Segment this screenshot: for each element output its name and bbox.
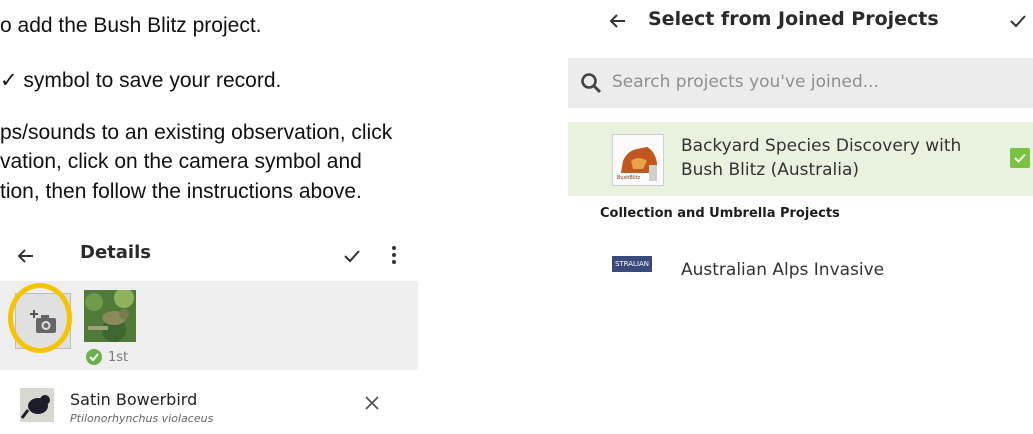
close-icon[interactable] bbox=[365, 396, 379, 410]
arrow-left-icon[interactable] bbox=[16, 246, 36, 266]
instruction-line-4: vation, click on the camera symbol and bbox=[0, 150, 362, 173]
search-input[interactable]: Search projects you've joined... bbox=[612, 72, 879, 92]
project-row-selected[interactable]: BushBlitz Backyard Species Discovery wit… bbox=[568, 122, 1033, 196]
project-picker-screen: Select from Joined Projects Search proje… bbox=[568, 0, 1033, 286]
search-bar[interactable]: Search projects you've joined... bbox=[568, 58, 1033, 108]
add-photo-camera-icon bbox=[30, 310, 56, 333]
project-checkbox[interactable] bbox=[1010, 148, 1030, 168]
instruction-line-5: tion, then follow the instructions above… bbox=[0, 180, 362, 203]
project-name-2[interactable]: Australian Alps Invasive bbox=[681, 260, 884, 280]
details-title: Details bbox=[80, 242, 151, 263]
species-thumbnail bbox=[20, 388, 54, 422]
species-scientific-name: Ptilonorhynchus violaceus bbox=[70, 412, 214, 425]
section-header: Collection and Umbrella Projects bbox=[600, 206, 840, 221]
search-icon bbox=[581, 73, 602, 94]
more-vertical-icon[interactable] bbox=[390, 244, 398, 266]
check-circle-icon bbox=[86, 349, 102, 365]
species-row[interactable]: Satin Bowerbird Ptilonorhynchus violaceu… bbox=[0, 370, 418, 434]
check-icon[interactable] bbox=[342, 246, 362, 266]
details-app-bar: Details bbox=[0, 232, 418, 280]
bush-blitz-logo: BushBlitz bbox=[612, 134, 664, 186]
first-photo-badge: 1st bbox=[86, 348, 128, 366]
project-logo: STRALIAN A bbox=[612, 256, 652, 272]
picker-title: Select from Joined Projects bbox=[648, 8, 939, 30]
project-logo-text: BushBlitz bbox=[617, 175, 641, 181]
photo-strip: 1st bbox=[0, 281, 418, 370]
check-icon[interactable] bbox=[1008, 11, 1028, 31]
check-icon bbox=[1014, 153, 1026, 163]
instruction-line-2: ✓ symbol to save your record. bbox=[0, 69, 282, 92]
project-name: Backyard Species Discovery with Bush Bli… bbox=[681, 136, 962, 180]
species-common-name: Satin Bowerbird bbox=[70, 390, 198, 409]
instruction-line-1: o add the Bush Blitz project. bbox=[0, 14, 262, 37]
observation-photo-thumbnail[interactable] bbox=[84, 290, 136, 342]
first-photo-label: 1st bbox=[108, 349, 129, 365]
instruction-line-3: ps/sounds to an existing observation, cl… bbox=[0, 121, 393, 144]
arrow-left-icon[interactable] bbox=[608, 11, 628, 31]
add-photo-button[interactable] bbox=[15, 293, 71, 349]
